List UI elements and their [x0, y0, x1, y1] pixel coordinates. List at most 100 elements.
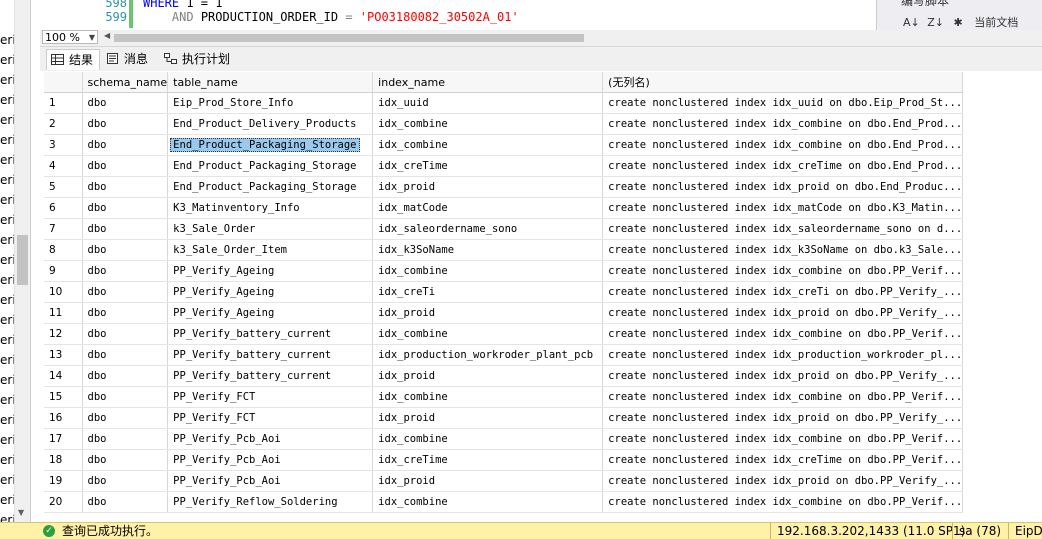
- index-name-cell[interactable]: idx_combine: [372, 113, 604, 135]
- tab-results[interactable]: 结果: [46, 49, 101, 70]
- sort-category-icon[interactable]: Z↓: [927, 16, 944, 29]
- row-number[interactable]: 1: [44, 92, 83, 114]
- row-number[interactable]: 2: [44, 113, 83, 135]
- schema-cell[interactable]: dbo: [82, 386, 169, 408]
- table-name-cell[interactable]: PP_Verify_Ageing: [167, 302, 374, 324]
- table-name-cell[interactable]: PP_Verify_battery_current: [167, 344, 374, 366]
- table-row[interactable]: 14 dbo PP_Verify_battery_current idx_proid c…: [44, 365, 964, 387]
- row-number[interactable]: 13: [44, 344, 83, 366]
- script-cell[interactable]: create nonclustered index idx_matCode on…: [602, 197, 964, 219]
- table-name-cell[interactable]: Eip_Prod_Store_Info: [167, 92, 374, 114]
- index-name-cell[interactable]: idx_saleordername_sono: [372, 218, 604, 240]
- index-name-cell[interactable]: idx_combine: [372, 491, 604, 513]
- script-cell[interactable]: create nonclustered index idx_saleordern…: [602, 218, 964, 240]
- table-row[interactable]: 2 dbo End_Product_Delivery_Products idx_com…: [44, 113, 964, 135]
- table-name-cell[interactable]: PP_Verify_FCT: [167, 407, 374, 429]
- script-cell[interactable]: create nonclustered index idx_combine on…: [602, 113, 964, 135]
- column-header[interactable]: schema_name: [82, 72, 169, 93]
- script-cell[interactable]: create nonclustered index idx_combine on…: [602, 323, 964, 345]
- script-cell[interactable]: create nonclustered index idx_proid on d…: [602, 302, 964, 324]
- script-cell[interactable]: create nonclustered index idx_proid on d…: [602, 176, 964, 198]
- table-name-cell[interactable]: PP_Verify_battery_current: [167, 365, 374, 387]
- script-cell[interactable]: create nonclustered index idx_creTime on…: [602, 449, 964, 471]
- sort-alpha-icon[interactable]: A↓: [903, 16, 920, 29]
- table-name-cell[interactable]: k3_Sale_Order_Item: [167, 239, 374, 261]
- code-lines[interactable]: WHERE 1 = 1 AND PRODUCTION_ORDER_ID = 'P…: [143, 0, 519, 24]
- index-name-cell[interactable]: idx_combine: [372, 323, 604, 345]
- table-row[interactable]: 5 dbo End_Product_Packaging_Storage idx_pro…: [44, 176, 964, 198]
- row-number[interactable]: 9: [44, 260, 83, 282]
- results-grid[interactable]: schema_name table_name index_name (无列名) 1 db…: [44, 72, 1042, 514]
- index-name-cell[interactable]: idx_creTi: [372, 281, 604, 303]
- index-name-cell[interactable]: idx_proid: [372, 365, 604, 387]
- row-number[interactable]: 4: [44, 155, 83, 177]
- script-cell[interactable]: create nonclustered index idx_uuid on db…: [602, 92, 964, 114]
- column-header[interactable]: (无列名): [602, 72, 964, 93]
- index-name-cell[interactable]: idx_combine: [372, 428, 604, 450]
- row-number[interactable]: 17: [44, 428, 83, 450]
- tab-execution-plan[interactable]: 执行计划: [160, 49, 236, 69]
- schema-cell[interactable]: dbo: [82, 260, 169, 282]
- schema-cell[interactable]: dbo: [82, 92, 169, 114]
- row-number[interactable]: 11: [44, 302, 83, 324]
- script-cell[interactable]: create nonclustered index idx_proid on d…: [602, 407, 964, 429]
- row-number[interactable]: 10: [44, 281, 83, 303]
- script-cell[interactable]: create nonclustered index idx_combine on…: [602, 428, 964, 450]
- index-name-cell[interactable]: idx_k3SoName: [372, 239, 604, 261]
- index-name-cell[interactable]: idx_combine: [372, 134, 604, 156]
- schema-cell[interactable]: dbo: [82, 176, 169, 198]
- table-row[interactable]: 10 dbo PP_Verify_Ageing idx_creTi create non…: [44, 281, 964, 303]
- schema-cell[interactable]: dbo: [82, 218, 169, 240]
- table-row[interactable]: 4 dbo End_Product_Packaging_Storage idx_cre…: [44, 155, 964, 177]
- index-name-cell[interactable]: idx_creTime: [372, 155, 604, 177]
- schema-cell[interactable]: dbo: [82, 239, 169, 261]
- index-name-cell[interactable]: idx_proid: [372, 176, 604, 198]
- table-row[interactable]: 9 dbo PP_Verify_Ageing idx_combine create no…: [44, 260, 964, 282]
- table-name-cell[interactable]: PP_Verify_battery_current: [167, 323, 374, 345]
- schema-cell[interactable]: dbo: [82, 365, 169, 387]
- table-row[interactable]: 11 dbo PP_Verify_Ageing idx_proid create non…: [44, 302, 964, 324]
- table-row[interactable]: 8 dbo k3_Sale_Order_Item idx_k3SoName create…: [44, 239, 964, 261]
- index-name-cell[interactable]: idx_proid: [372, 302, 604, 324]
- row-number[interactable]: 3: [44, 134, 83, 156]
- index-name-cell[interactable]: idx_creTime: [372, 449, 604, 471]
- table-row[interactable]: 20 dbo PP_Verify_Reflow_Soldering idx_combi…: [44, 491, 964, 513]
- table-name-cell[interactable]: End_Product_Packaging_Storage: [167, 176, 374, 198]
- table-name-cell[interactable]: PP_Verify_Pcb_Aoi: [167, 449, 374, 471]
- table-name-cell[interactable]: PP_Verify_Ageing: [167, 281, 374, 303]
- scroll-down-icon[interactable]: ▼: [18, 508, 24, 517]
- script-cell[interactable]: create nonclustered index idx_production…: [602, 344, 964, 366]
- schema-cell[interactable]: dbo: [82, 407, 169, 429]
- row-number[interactable]: 14: [44, 365, 83, 387]
- schema-cell[interactable]: dbo: [82, 470, 169, 492]
- explorer-scrollbar[interactable]: ▼: [14, 0, 30, 522]
- script-cell[interactable]: create nonclustered index idx_proid on d…: [602, 365, 964, 387]
- table-name-cell[interactable]: End_Product_Packaging_Storage: [167, 134, 374, 156]
- column-header[interactable]: table_name: [167, 72, 374, 93]
- index-name-cell[interactable]: idx_production_workroder_plant_pcb: [372, 344, 604, 366]
- table-name-cell[interactable]: PP_Verify_FCT: [167, 386, 374, 408]
- table-row[interactable]: 3 dbo End_Product_Packaging_Storage idx_com…: [44, 134, 964, 156]
- table-row[interactable]: 1 dbo Eip_Prod_Store_Info idx_uuid create no…: [44, 92, 964, 114]
- schema-cell[interactable]: dbo: [82, 344, 169, 366]
- schema-cell[interactable]: dbo: [82, 281, 169, 303]
- table-name-cell[interactable]: PP_Verify_Pcb_Aoi: [167, 428, 374, 450]
- table-name-cell[interactable]: PP_Verify_Reflow_Soldering: [167, 491, 374, 513]
- row-number[interactable]: 6: [44, 197, 83, 219]
- table-row[interactable]: 18 dbo PP_Verify_Pcb_Aoi idx_creTime create …: [44, 449, 964, 471]
- row-number[interactable]: 7: [44, 218, 83, 240]
- script-cell[interactable]: create nonclustered index idx_creTime on…: [602, 155, 964, 177]
- table-row[interactable]: 6 dbo K3_Matinventory_Info idx_matCode creat…: [44, 197, 964, 219]
- scroll-thumb[interactable]: [17, 235, 28, 285]
- table-row[interactable]: 16 dbo PP_Verify_FCT idx_proid create nonclu…: [44, 407, 964, 429]
- script-cell[interactable]: create nonclustered index idx_combine on…: [602, 134, 964, 156]
- script-cell[interactable]: create nonclustered index idx_combine on…: [602, 491, 964, 513]
- schema-cell[interactable]: dbo: [82, 323, 169, 345]
- index-name-cell[interactable]: idx_uuid: [372, 92, 604, 114]
- row-number[interactable]: 19: [44, 470, 83, 492]
- schema-cell[interactable]: dbo: [82, 113, 169, 135]
- script-cell[interactable]: create nonclustered index idx_proid on d…: [602, 470, 964, 492]
- scroll-left-icon[interactable]: ◀: [104, 31, 110, 40]
- table-row[interactable]: 19 dbo PP_Verify_Pcb_Aoi idx_proid create no…: [44, 470, 964, 492]
- schema-cell[interactable]: dbo: [82, 449, 169, 471]
